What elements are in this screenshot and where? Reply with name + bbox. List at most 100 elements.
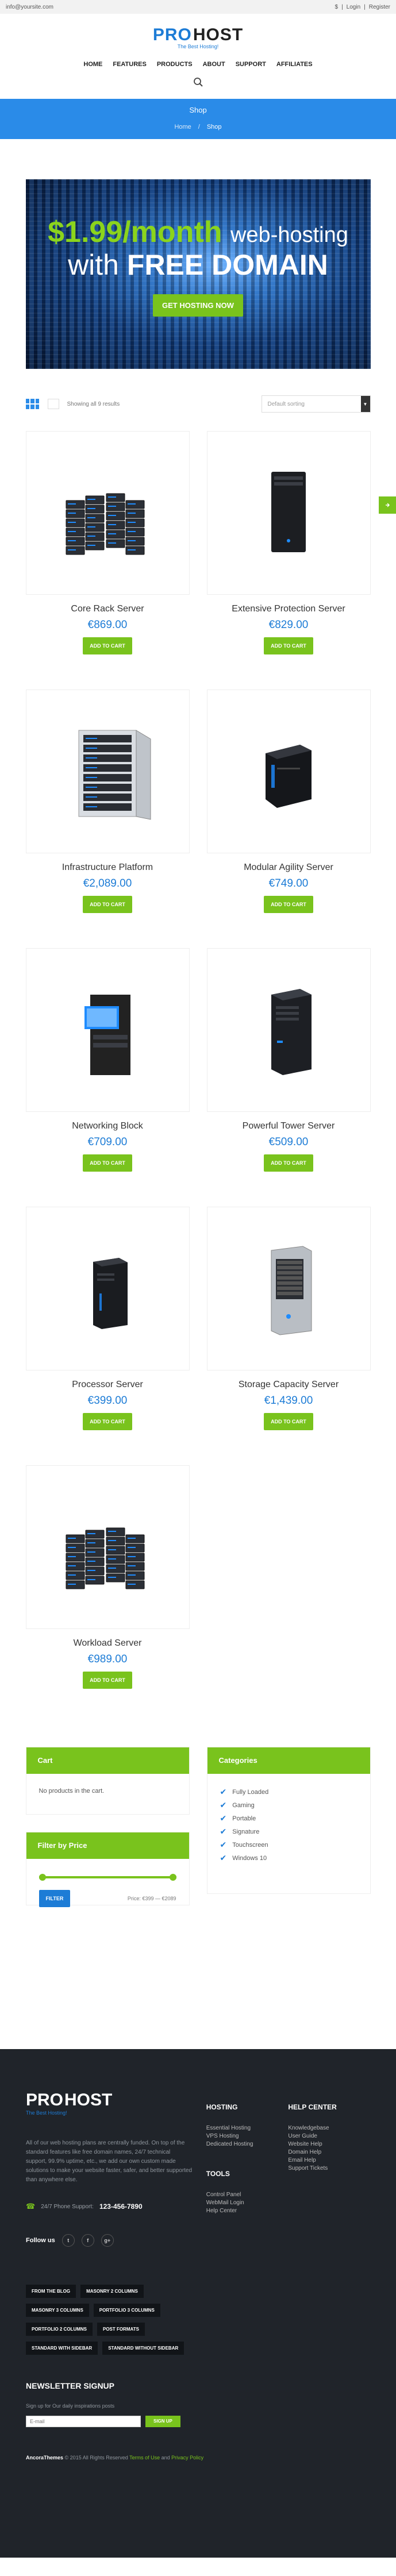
product-image[interactable] bbox=[25, 1207, 190, 1370]
product-card[interactable]: Modular Agility Server €749.00 ADD TO CA… bbox=[206, 690, 371, 948]
product-image[interactable] bbox=[25, 431, 190, 595]
product-card[interactable]: Infrastructure Platform €2,089.00 ADD TO… bbox=[25, 690, 190, 948]
add-to-cart-button[interactable]: ADD TO CART bbox=[83, 637, 132, 654]
category-item[interactable]: ✔ Portable bbox=[220, 1812, 357, 1825]
category-item[interactable]: ✔ Gaming bbox=[220, 1799, 357, 1812]
nav-products[interactable]: PRODUCTS bbox=[157, 61, 193, 68]
category-item[interactable]: ✔ Fully Loaded bbox=[220, 1785, 357, 1799]
tag-link[interactable]: MASONRY 2 COLUMNS bbox=[80, 2285, 144, 2298]
product-image[interactable] bbox=[206, 948, 371, 1112]
price-slider-min-handle[interactable] bbox=[39, 1874, 46, 1881]
product-card[interactable]: Processor Server €399.00 ADD TO CART bbox=[25, 1207, 190, 1465]
footer-link[interactable]: Support Tickets bbox=[288, 2165, 370, 2173]
add-to-cart-button[interactable]: ADD TO CART bbox=[83, 1413, 132, 1430]
search-icon[interactable] bbox=[193, 77, 203, 87]
register-link[interactable]: Register bbox=[369, 4, 390, 10]
category-item[interactable]: ✔ Signature bbox=[220, 1825, 357, 1838]
email-link[interactable]: info@yoursite.com bbox=[6, 4, 53, 10]
login-link[interactable]: Login bbox=[347, 4, 360, 10]
add-to-cart-button[interactable]: ADD TO CART bbox=[264, 1154, 313, 1172]
add-to-cart-button[interactable]: ADD TO CART bbox=[83, 896, 132, 913]
product-card[interactable]: Storage Capacity Server €1,439.00 ADD TO… bbox=[206, 1207, 371, 1465]
add-to-cart-button[interactable]: ADD TO CART bbox=[83, 1154, 132, 1172]
price-label: Price: bbox=[127, 1896, 141, 1901]
footer-link[interactable]: Domain Help bbox=[288, 2149, 370, 2157]
newsletter-text: Sign up for Our daily inspirations posts bbox=[26, 2403, 115, 2409]
product-image[interactable] bbox=[25, 948, 190, 1112]
footer-link[interactable]: VPS Hosting bbox=[206, 2133, 289, 2141]
product-image[interactable] bbox=[25, 1465, 190, 1629]
terms-link[interactable]: Terms of Use bbox=[129, 2455, 160, 2461]
product-card[interactable]: Networking Block €709.00 ADD TO CART bbox=[25, 948, 190, 1207]
product-card[interactable]: Workload Server €989.00 ADD TO CART bbox=[25, 1465, 190, 1724]
product-card[interactable]: Powerful Tower Server €509.00 ADD TO CAR… bbox=[206, 948, 371, 1207]
product-image[interactable] bbox=[206, 431, 371, 595]
newsletter-signup-button[interactable]: SIGN UP bbox=[145, 2416, 180, 2427]
google-plus-icon[interactable]: g+ bbox=[101, 2234, 114, 2247]
product-name[interactable]: Modular Agility Server bbox=[207, 862, 371, 873]
tag-link[interactable]: STANDARD WITH SIDEBAR bbox=[26, 2342, 98, 2355]
footer-logo[interactable]: PRO HOST The Best Hosting! bbox=[26, 2090, 206, 2116]
product-image[interactable] bbox=[206, 1207, 371, 1370]
hero-banner: $1.99/month web-hosting with FREE DOMAIN… bbox=[25, 179, 371, 369]
nav-affiliates[interactable]: AFFILIATES bbox=[276, 61, 313, 68]
add-to-cart-button[interactable]: ADD TO CART bbox=[264, 637, 313, 654]
phone-number[interactable]: 123-456-7890 bbox=[99, 2203, 143, 2211]
nav-support[interactable]: SUPPORT bbox=[236, 61, 266, 68]
product-name[interactable]: Extensive Protection Server bbox=[207, 604, 371, 614]
sort-select[interactable]: Default sorting ▼ bbox=[261, 395, 371, 413]
side-arrow-tab[interactable] bbox=[379, 496, 396, 514]
add-to-cart-button[interactable]: ADD TO CART bbox=[83, 1672, 132, 1689]
footer-link[interactable]: Dedicated Hosting bbox=[206, 2141, 289, 2149]
footer-link[interactable]: User Guide bbox=[288, 2133, 370, 2141]
footer-link[interactable]: Help Center bbox=[206, 2208, 289, 2216]
tag-link[interactable]: FROM THE BLOG bbox=[26, 2285, 76, 2298]
category-item[interactable]: ✔ Touchscreen bbox=[220, 1838, 357, 1851]
product-name[interactable]: Processor Server bbox=[26, 1380, 190, 1390]
list-view-icon[interactable] bbox=[47, 399, 59, 409]
tag-link[interactable]: PORTFOLIO 2 COLUMNS bbox=[26, 2323, 93, 2336]
twitter-icon[interactable]: t bbox=[61, 2234, 75, 2247]
filter-button[interactable]: FILTER bbox=[39, 1890, 71, 1907]
product-image[interactable] bbox=[25, 690, 190, 853]
footer-link[interactable]: Email Help bbox=[288, 2157, 370, 2165]
product-name[interactable]: Infrastructure Platform bbox=[26, 862, 190, 873]
product-name[interactable]: Core Rack Server bbox=[26, 604, 190, 614]
product-name[interactable]: Networking Block bbox=[26, 1121, 190, 1131]
footer-link[interactable]: Control Panel bbox=[206, 2192, 289, 2200]
add-to-cart-button[interactable]: ADD TO CART bbox=[264, 1413, 313, 1430]
grid-view-icon[interactable] bbox=[25, 399, 40, 409]
privacy-link[interactable]: Privacy Policy bbox=[171, 2455, 203, 2461]
currency-switch[interactable]: $ bbox=[335, 4, 339, 10]
product-card[interactable]: Extensive Protection Server €829.00 ADD … bbox=[206, 431, 371, 690]
nav-features[interactable]: FEATURES bbox=[113, 61, 146, 68]
add-to-cart-button[interactable]: ADD TO CART bbox=[264, 896, 313, 913]
category-label: Windows 10 bbox=[232, 1854, 267, 1862]
sort-select-value: Default sorting bbox=[267, 401, 305, 407]
price-slider[interactable] bbox=[39, 1874, 176, 1881]
tag-link[interactable]: MASONRY 3 COLUMNS bbox=[26, 2304, 89, 2317]
facebook-icon[interactable]: f bbox=[81, 2234, 94, 2247]
nav-about[interactable]: ABOUT bbox=[203, 61, 225, 68]
copyright-brand[interactable]: AncoraThemes bbox=[26, 2455, 63, 2461]
footer-about: PRO HOST The Best Hosting! All of our web… bbox=[26, 2090, 206, 2355]
product-name[interactable]: Workload Server bbox=[26, 1638, 190, 1649]
footer-link[interactable]: Knowledgebase bbox=[288, 2125, 370, 2133]
newsletter-email-input[interactable] bbox=[26, 2416, 141, 2427]
breadcrumb-home[interactable]: Home bbox=[174, 124, 191, 130]
site-logo[interactable]: PRO HOST The Best Hosting! bbox=[153, 25, 243, 77]
get-hosting-button[interactable]: GET HOSTING NOW bbox=[153, 294, 243, 317]
footer-link[interactable]: Website Help bbox=[288, 2141, 370, 2149]
tag-link[interactable]: STANDARD WITHOUT SIDEBAR bbox=[102, 2342, 184, 2355]
product-name[interactable]: Storage Capacity Server bbox=[207, 1380, 371, 1390]
footer-link[interactable]: Essential Hosting bbox=[206, 2125, 289, 2133]
tag-link[interactable]: POST FORMATS bbox=[97, 2323, 145, 2336]
category-item[interactable]: ✔ Windows 10 bbox=[220, 1851, 357, 1865]
product-card[interactable]: Core Rack Server €869.00 ADD TO CART bbox=[25, 431, 190, 690]
product-name[interactable]: Powerful Tower Server bbox=[207, 1121, 371, 1131]
price-slider-max-handle[interactable] bbox=[169, 1874, 176, 1881]
nav-home[interactable]: HOME bbox=[83, 61, 102, 68]
footer-link[interactable]: WebMail Login bbox=[206, 2200, 289, 2208]
product-image[interactable] bbox=[206, 690, 371, 853]
tag-link[interactable]: PORTFOLIO 3 COLUMNS bbox=[93, 2304, 160, 2317]
